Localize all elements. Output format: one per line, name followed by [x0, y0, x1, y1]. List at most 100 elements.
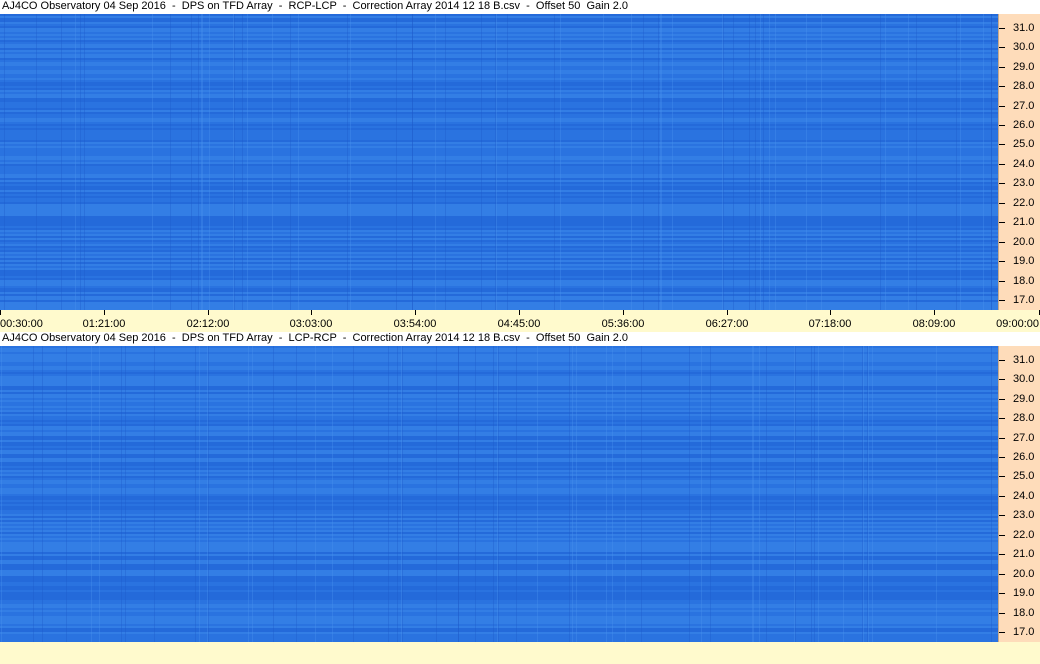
time-streak	[493, 346, 494, 642]
time-streak	[572, 346, 573, 642]
time-streak	[347, 14, 348, 310]
panel-2-x-axis	[0, 642, 1040, 664]
frequency-band	[0, 30, 998, 32]
time-streak	[445, 14, 446, 310]
time-streak	[880, 14, 881, 310]
frequency-band	[0, 110, 998, 112]
time-streak	[152, 14, 153, 310]
time-streak	[606, 346, 607, 642]
time-streak	[576, 346, 577, 642]
frequency-band	[0, 280, 998, 282]
y-tick	[999, 554, 1005, 556]
y-tick-label: 31.0	[1013, 353, 1035, 366]
frequency-band	[0, 54, 998, 56]
time-streak	[643, 14, 644, 310]
time-streak	[759, 346, 760, 642]
y-tick	[999, 125, 1005, 126]
x-tick-label: 06:27:00	[705, 318, 749, 330]
time-streak	[202, 14, 203, 310]
frequency-band	[0, 170, 998, 172]
frequency-band	[0, 14, 998, 16]
frequency-band	[0, 216, 998, 218]
frequency-band	[0, 86, 998, 88]
frequency-band	[0, 298, 998, 300]
y-tick-label: 20.0	[1013, 567, 1035, 580]
frequency-band	[0, 224, 998, 226]
x-tick-label: 02:12:00	[186, 318, 230, 330]
time-streak	[388, 346, 389, 642]
frequency-band	[0, 108, 998, 110]
time-streak	[199, 346, 200, 642]
frequency-band	[0, 204, 998, 206]
frequency-band	[0, 148, 998, 150]
time-streak	[80, 14, 81, 310]
frequency-band	[0, 176, 998, 178]
y-tick-label: 20.0	[1013, 235, 1035, 248]
frequency-band	[0, 28, 998, 30]
time-streak	[862, 346, 863, 642]
frequency-band	[0, 114, 998, 116]
time-streak	[296, 346, 297, 642]
time-streak	[396, 14, 397, 310]
time-streak	[516, 346, 517, 642]
y-tick-label: 30.0	[1013, 373, 1035, 386]
x-tick	[519, 310, 520, 315]
x-tick	[415, 310, 416, 315]
y-tick	[999, 222, 1005, 224]
time-streak	[191, 14, 192, 310]
frequency-band	[0, 282, 998, 284]
frequency-band	[0, 262, 998, 264]
frequency-band	[0, 162, 998, 164]
time-streak	[475, 346, 476, 642]
time-streak	[125, 346, 126, 642]
time-streak	[91, 346, 92, 642]
frequency-band	[0, 74, 998, 76]
y-tick	[999, 144, 1005, 146]
time-streak	[960, 14, 961, 310]
y-tick-label: 21.0	[1013, 216, 1035, 229]
time-streak	[84, 14, 85, 310]
frequency-band	[0, 206, 998, 208]
time-streak	[569, 346, 570, 642]
time-streak	[495, 14, 496, 310]
time-streak	[766, 346, 767, 642]
time-streak	[956, 14, 957, 310]
y-tick	[999, 612, 1005, 614]
frequency-band	[0, 52, 998, 54]
frequency-band	[0, 50, 998, 52]
frequency-band	[0, 142, 998, 144]
frequency-band	[0, 238, 998, 240]
frequency-band	[0, 78, 998, 80]
time-streak	[625, 346, 626, 642]
frequency-band	[0, 200, 998, 202]
time-streak	[4, 14, 5, 310]
time-streak	[806, 14, 807, 310]
frequency-band	[0, 174, 998, 176]
time-streak	[61, 14, 62, 310]
frequency-band	[0, 220, 998, 222]
frequency-band	[0, 100, 998, 102]
frequency-band	[0, 130, 998, 132]
frequency-band	[0, 98, 998, 100]
frequency-band	[0, 166, 998, 168]
frequency-band	[0, 96, 998, 98]
y-tick-label: 28.0	[1013, 80, 1035, 93]
frequency-band	[0, 62, 998, 64]
x-tick	[623, 310, 624, 315]
x-tick	[208, 310, 209, 315]
frequency-band	[0, 134, 998, 136]
frequency-band	[0, 90, 998, 92]
frequency-band	[0, 172, 998, 174]
frequency-band	[0, 192, 998, 194]
frequency-band	[0, 66, 998, 68]
time-streak	[507, 14, 508, 310]
time-streak	[402, 346, 403, 642]
frequency-band	[0, 106, 998, 108]
time-streak	[863, 346, 864, 642]
time-streak	[752, 346, 753, 642]
frequency-band	[0, 198, 998, 200]
frequency-band	[0, 190, 998, 192]
time-streak	[233, 14, 234, 310]
time-streak	[247, 14, 248, 310]
y-tick-label: 22.0	[1013, 528, 1035, 541]
